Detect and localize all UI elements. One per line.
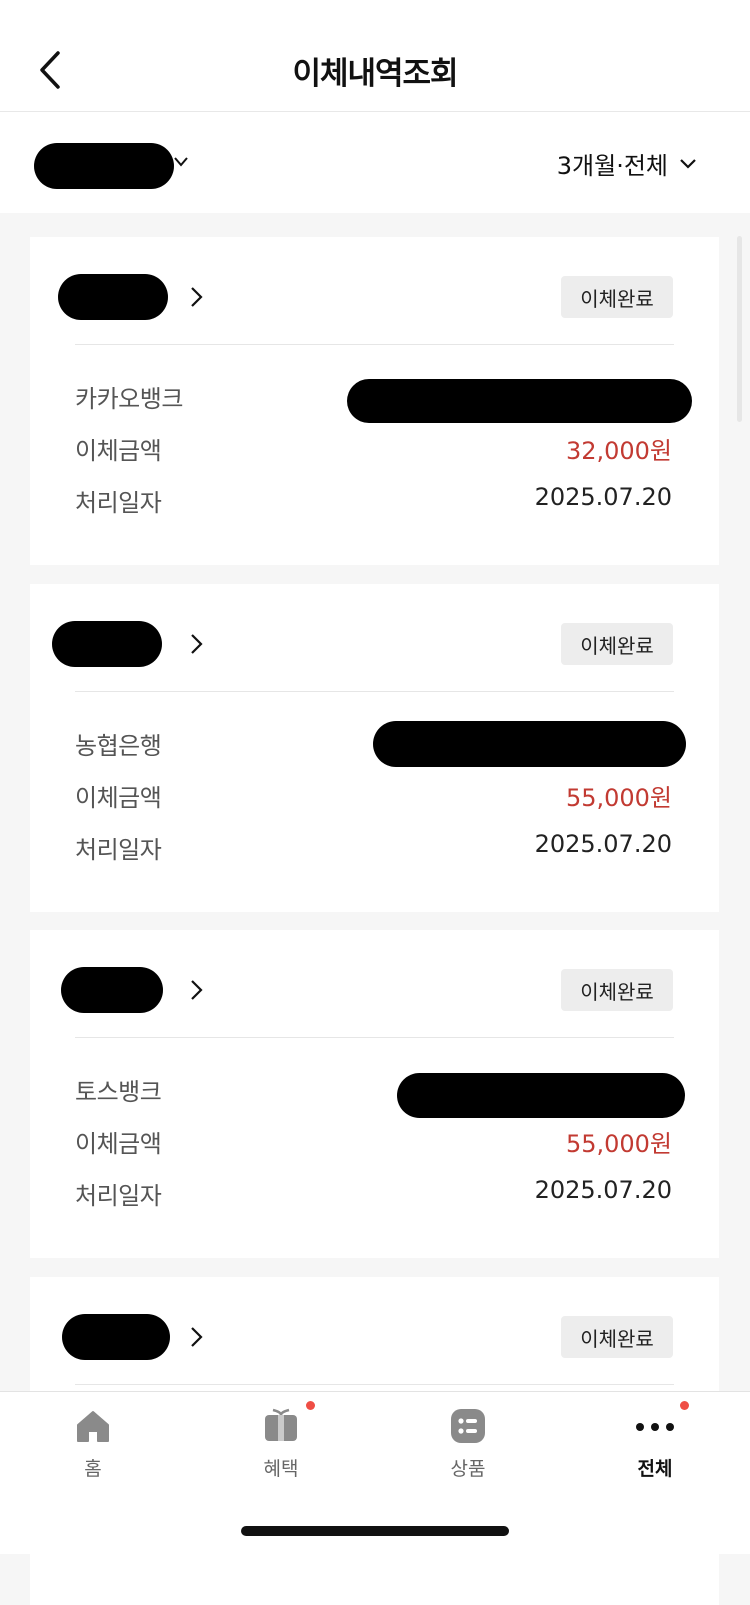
amount-value: 32,000원 — [565, 437, 672, 465]
date-label: 처리일자 — [75, 489, 162, 517]
date-label: 처리일자 — [75, 1182, 162, 1210]
status-badge: 이체완료 — [561, 276, 673, 318]
notification-dot — [306, 1401, 315, 1410]
amount-label: 이체금액 — [75, 1130, 162, 1158]
nav-item-all[interactable]: 전체 — [595, 1401, 715, 1480]
redacted-recipient — [58, 274, 168, 320]
nav-item-products[interactable]: 상품 — [408, 1406, 528, 1480]
transfer-card: 이체완료 농협은행 이체금액 55,000원 처리일자 2025.07.20 — [30, 584, 719, 912]
redacted-account-number — [397, 1073, 685, 1118]
nav-item-benefits[interactable]: 혜택 — [221, 1401, 341, 1480]
chevron-down-icon — [680, 158, 696, 169]
redacted-recipient — [61, 967, 163, 1013]
divider — [75, 1384, 674, 1385]
bank-name: 농협은행 — [75, 732, 162, 760]
chevron-right-icon — [191, 287, 203, 307]
filter-bar: 3개월·전체 — [0, 112, 750, 213]
amount-value: 55,000원 — [565, 1130, 672, 1158]
chevron-right-icon — [191, 980, 203, 1000]
nav-label: 홈 — [84, 1458, 102, 1480]
date-value: 2025.07.20 — [534, 830, 672, 858]
recipient-link[interactable] — [56, 1314, 226, 1362]
bank-name: 토스뱅크 — [75, 1078, 162, 1106]
redacted-recipient — [52, 621, 162, 667]
transfer-card: 이체완료 카카오뱅크 이체금액 32,000원 처리일자 2025.07.20 — [30, 237, 719, 565]
chevron-right-icon — [191, 634, 203, 654]
recipient-link[interactable] — [52, 621, 226, 669]
nav-label: 전체 — [637, 1458, 673, 1480]
date-label: 처리일자 — [75, 836, 162, 864]
top-bar: 이체내역조회 — [0, 0, 750, 112]
recipient-link[interactable] — [56, 967, 226, 1015]
status-badge: 이체완료 — [561, 969, 673, 1011]
transfer-card: 이체완료 토스뱅크 이체금액 55,000원 처리일자 2025.07.20 — [30, 930, 719, 1258]
nav-item-home[interactable]: 홈 — [33, 1406, 153, 1480]
redacted-account-number — [347, 379, 692, 423]
redacted-account — [34, 143, 174, 189]
account-selector[interactable] — [34, 143, 204, 189]
bottom-nav: 홈 혜택 상품 전체 — [0, 1391, 750, 1554]
date-value: 2025.07.20 — [534, 1176, 672, 1204]
amount-value: 55,000원 — [565, 784, 672, 812]
amount-label: 이체금액 — [75, 784, 162, 812]
amount-label: 이체금액 — [75, 437, 162, 465]
nav-label: 상품 — [450, 1458, 486, 1480]
divider — [75, 344, 674, 345]
chevron-down-icon — [174, 157, 188, 167]
scrollbar[interactable] — [737, 236, 742, 422]
redacted-recipient — [62, 1314, 170, 1360]
status-badge: 이체완료 — [561, 623, 673, 665]
home-icon — [73, 1406, 113, 1446]
gift-icon — [261, 1401, 315, 1446]
date-value: 2025.07.20 — [534, 483, 672, 511]
chevron-right-icon — [191, 1327, 203, 1347]
recipient-link[interactable] — [56, 274, 226, 322]
more-icon — [635, 1401, 689, 1446]
divider — [75, 1037, 674, 1038]
page-title: 이체내역조회 — [292, 56, 458, 92]
bank-name: 카카오뱅크 — [75, 385, 183, 413]
nav-label: 혜택 — [263, 1458, 299, 1480]
divider — [75, 691, 674, 692]
products-icon — [448, 1406, 488, 1446]
status-badge: 이체완료 — [561, 1316, 673, 1358]
redacted-account-number — [373, 721, 686, 767]
period-filter-label: 3개월·전체 — [556, 152, 668, 180]
home-indicator — [241, 1526, 509, 1536]
period-filter[interactable]: 3개월·전체 — [557, 146, 696, 181]
notification-dot — [680, 1401, 689, 1410]
